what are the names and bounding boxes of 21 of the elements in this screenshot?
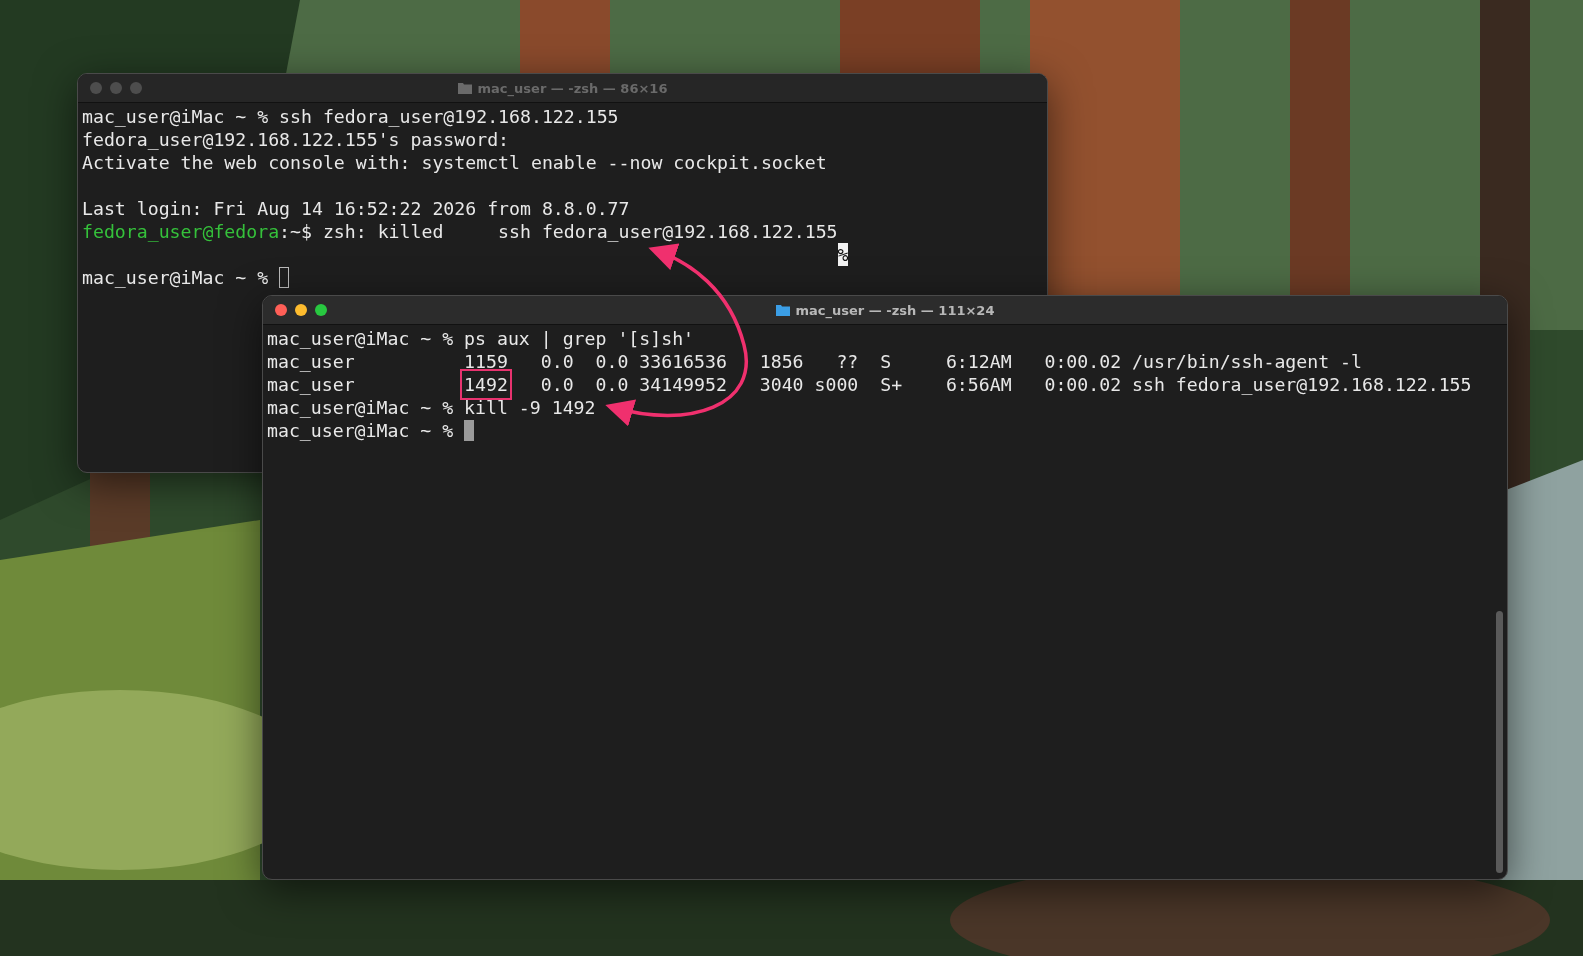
minimize-button[interactable]	[295, 304, 307, 316]
terminal-text: Activate the web console with: systemctl enable --now cockpit.socket	[82, 151, 827, 174]
folder-icon	[775, 304, 790, 316]
window-title: mac_user — -zsh — 86×16	[477, 80, 668, 96]
close-button[interactable]	[275, 304, 287, 316]
window-title: mac_user — -zsh — 111×24	[795, 302, 995, 318]
terminal-text: Last login: Fri Aug 14 16:52:22 2026 from 8.8.0.77	[82, 197, 630, 220]
zoom-button[interactable]	[315, 304, 327, 316]
terminal-text: :~$ zsh: killed ssh fedora_user@192.168.122.155	[279, 220, 838, 243]
terminal-text: mac_user@iMac ~ % ps aux | grep '[s]sh'	[267, 327, 695, 350]
terminal-text: fedora_user@fedora	[82, 220, 280, 243]
terminal-text: mac_user@iMac ~ %	[267, 419, 455, 442]
terminal-text: 0.0 0.0 34149952 3040 s000 S+ 6:56AM 0:00.02 ssh fedora_user@192.168.122.155	[539, 373, 1472, 396]
terminal-text: mac_user	[267, 373, 356, 396]
folder-icon	[457, 82, 472, 94]
terminal-text: mac_user 1159 0.0 0.0 33616536 1856 ?? S 6:12AM 0:00.02 /usr/bin/ssh-agent -l	[267, 350, 1362, 373]
terminal-text: mac_user@iMac ~ % ssh fedora_user@192.168.122.155	[82, 105, 619, 128]
terminal-text: mac_user@iMac ~ % kill -9 1492	[267, 396, 596, 419]
scrollbar[interactable]	[1496, 611, 1503, 873]
terminal-text: mac_user@iMac ~ %	[82, 266, 270, 289]
terminal-text: fedora_user@192.168.122.155's password:	[82, 128, 510, 151]
